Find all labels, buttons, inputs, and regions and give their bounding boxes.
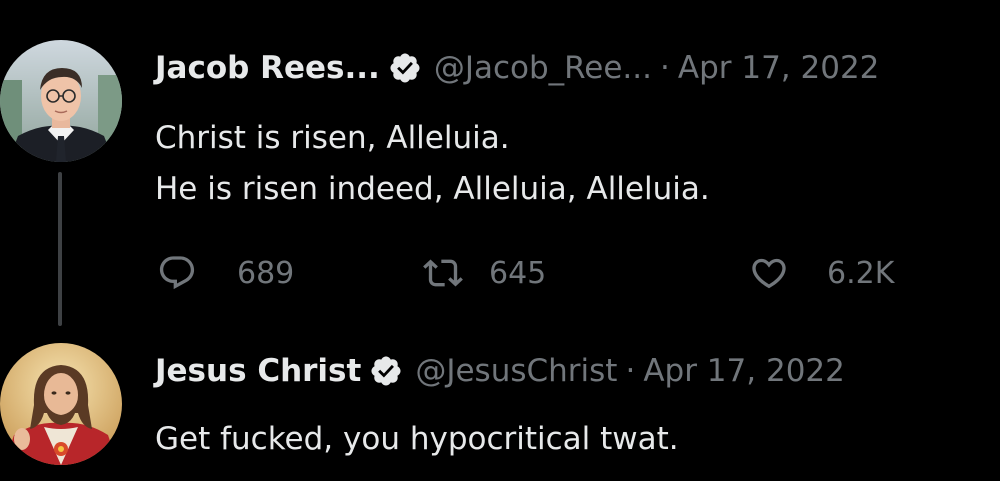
retweet-button[interactable]: 645: [423, 248, 546, 298]
reply-button[interactable]: 689: [157, 248, 294, 298]
retweet-count: 645: [489, 255, 547, 291]
display-name[interactable]: Jesus Christ: [155, 351, 361, 391]
tweet-header: Jacob Rees... @Jacob_Ree... · Apr 17, 20…: [155, 48, 879, 88]
tweet-text-line: He is risen indeed, Alleluia, Alleluia.: [155, 171, 710, 207]
separator-dot: ·: [660, 50, 670, 86]
avatar-jesus[interactable]: [0, 343, 122, 465]
jesus-portrait-avatar-icon: [0, 343, 122, 465]
tweet-header: Jesus Christ @JesusChrist · Apr 17, 2022: [155, 351, 845, 391]
reply-bubble-icon: [157, 253, 197, 293]
tweet-text-line: Christ is risen, Alleluia.: [155, 120, 510, 156]
person-avatar-photo-icon: [0, 40, 122, 162]
tweet-jesus[interactable]: Jesus Christ @JesusChrist · Apr 17, 2022…: [0, 330, 1000, 481]
reply-count: 689: [237, 255, 295, 291]
tweet-text: Get fucked, you hypocritical twat.: [155, 414, 679, 465]
display-name[interactable]: Jacob Rees...: [155, 48, 380, 88]
tweet-actions: 689 645 6.2K: [155, 248, 935, 298]
heart-icon: [749, 253, 789, 293]
thread-connector-line: [58, 172, 62, 326]
tweet-text-line: Get fucked, you hypocritical twat.: [155, 421, 679, 457]
like-button[interactable]: 6.2K: [749, 248, 894, 298]
user-handle[interactable]: @JesusChrist: [415, 351, 617, 391]
separator-dot: ·: [625, 353, 636, 389]
retweet-arrows-icon: [423, 253, 463, 293]
avatar-jacob[interactable]: [0, 40, 122, 162]
verified-badge-icon: [388, 51, 422, 85]
tweet-jacob[interactable]: Jacob Rees... @Jacob_Ree... · Apr 17, 20…: [0, 0, 1000, 330]
tweet-text: Christ is risen, Alleluia. He is risen i…: [155, 113, 710, 215]
verified-badge-icon: [369, 354, 403, 388]
like-count: 6.2K: [827, 255, 895, 291]
user-handle[interactable]: @Jacob_Ree...: [434, 48, 652, 88]
tweet-date[interactable]: Apr 17, 2022: [643, 351, 845, 391]
tweet-date[interactable]: Apr 17, 2022: [678, 48, 880, 88]
